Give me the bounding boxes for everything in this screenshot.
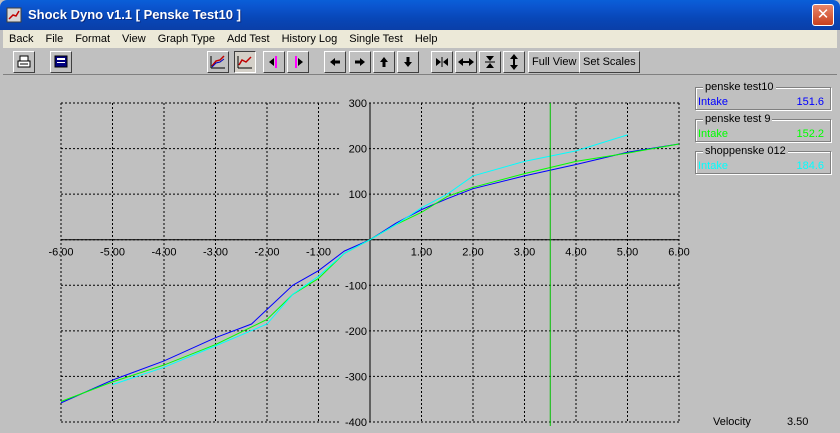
legend-series-value: 151.6 [796,96,824,108]
x-tick-label: 4.00 [565,247,586,259]
x-tick-label: 5.00 [617,247,638,259]
legend-series-value: 184.6 [796,160,824,172]
legend-entry: penske test 9 Intake 152.2 [695,113,831,142]
legend-entry: penske test10 Intake 151.6 [695,81,831,110]
legend-series-label: Intake [698,160,728,172]
x-tick-label: -3.00 [203,247,228,259]
y-tick-label: -200 [345,326,367,338]
legend-test-name: shoppenske 012 [703,145,788,157]
x-tick-label: 1.00 [411,247,432,259]
y-tick-label: 100 [349,189,367,201]
y-tick-label: -400 [345,417,367,429]
x-tick-label: -2.00 [254,247,279,259]
y-tick-label: -300 [345,371,367,383]
legend-series-value: 152.2 [796,128,824,140]
x-tick-label: 2.00 [462,247,483,259]
x-tick-label: 6.00 [668,247,689,259]
x-tick-label: 3.00 [514,247,535,259]
legend-test-name: penske test 9 [703,113,773,125]
velocity-label: Velocity [713,416,751,428]
x-tick-label: -6.00 [48,247,73,259]
legend-series-label: Intake [698,96,728,108]
x-tick-label: -1.00 [306,247,331,259]
legend-entry: shoppenske 012 Intake 184.6 [695,145,831,174]
x-tick-label: -5.00 [100,247,125,259]
legend-series-label: Intake [698,128,728,140]
force-velocity-chart[interactable]: -6.00 -5.00 -4.00 -3.00 -2.00 -1.00 1.00 2.00 3.… [0,0,840,433]
y-tick-label: 300 [349,98,367,110]
y-tick-label: 200 [349,144,367,156]
velocity-value: 3.50 [787,416,809,428]
x-tick-label: -4.00 [151,247,176,259]
y-tick-label: -100 [345,280,367,292]
legend-test-name: penske test10 [703,81,776,93]
